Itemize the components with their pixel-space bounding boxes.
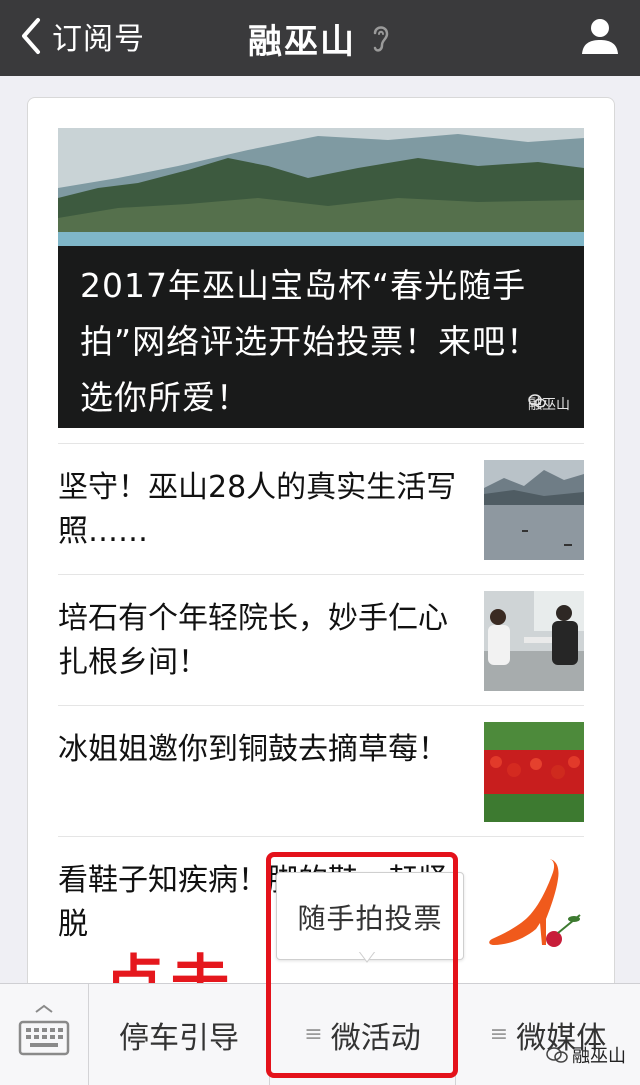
- article-item[interactable]: 冰姐姐邀你到铜鼓去摘草莓！: [58, 705, 584, 837]
- title-group: 融巫山: [0, 10, 640, 66]
- keyboard-icon: [18, 1004, 70, 1056]
- page-title: 融巫山: [248, 21, 356, 62]
- corner-watermark: 融巫山: [546, 1042, 626, 1068]
- menu-label: 微活动: [330, 1020, 421, 1056]
- lake-mountain-image: [484, 460, 584, 560]
- hamburger-icon: ≡: [489, 1022, 509, 1047]
- article-title: 培石有个年轻院长，妙手仁心扎根乡间！: [58, 601, 448, 680]
- menu-micro-media[interactable]: ≡ 微媒体: [456, 984, 640, 1085]
- bottom-menu-bar: 停车引导 ≡ 微活动 ≡ 微媒体: [0, 983, 640, 1085]
- red-high-heel-image: [484, 853, 584, 953]
- doctor-office-image: [484, 591, 584, 691]
- hero-watermark: 融巫山: [528, 394, 570, 414]
- article-card: 2017年巫山宝岛杯“春光随手拍”网络评选开始投票！来吧！选你所爱！ 融巫山 坚…: [27, 97, 615, 999]
- strawberries-image: [484, 722, 584, 822]
- profile-icon[interactable]: [578, 14, 622, 58]
- menu-label: 停车引导: [119, 1020, 239, 1056]
- keyboard-toggle-button[interactable]: [0, 984, 89, 1085]
- hero-article[interactable]: 2017年巫山宝岛杯“春光随手拍”网络评选开始投票！来吧！选你所爱！ 融巫山: [58, 128, 584, 428]
- popup-arrow: [358, 950, 376, 963]
- article-title: 坚守！巫山28人的真实生活写照……: [58, 470, 457, 549]
- wechat-icon: [528, 394, 546, 408]
- menu-micro-activity[interactable]: ≡ 微活动: [270, 984, 456, 1085]
- article-title: 冰姐姐邀你到铜鼓去摘草莓！: [58, 732, 448, 767]
- ear-icon: [373, 26, 389, 52]
- submenu-vote-item[interactable]: 随手拍投票: [277, 897, 463, 937]
- corner-watermark-text: 融巫山: [572, 1046, 626, 1067]
- menu-parking-guide[interactable]: 停车引导: [89, 984, 270, 1085]
- hamburger-icon: ≡: [304, 1022, 323, 1047]
- nav-bar: 订阅号 融巫山: [0, 0, 640, 76]
- article-item[interactable]: 坚守！巫山28人的真实生活写照……: [58, 443, 584, 575]
- wechat-icon: [546, 1047, 568, 1063]
- article-item[interactable]: 培石有个年轻院长，妙手仁心扎根乡间！: [58, 574, 584, 706]
- submenu-popup[interactable]: 随手拍投票: [276, 872, 464, 960]
- hero-title: 2017年巫山宝岛杯“春光随手拍”网络评选开始投票！来吧！选你所爱！: [80, 266, 541, 417]
